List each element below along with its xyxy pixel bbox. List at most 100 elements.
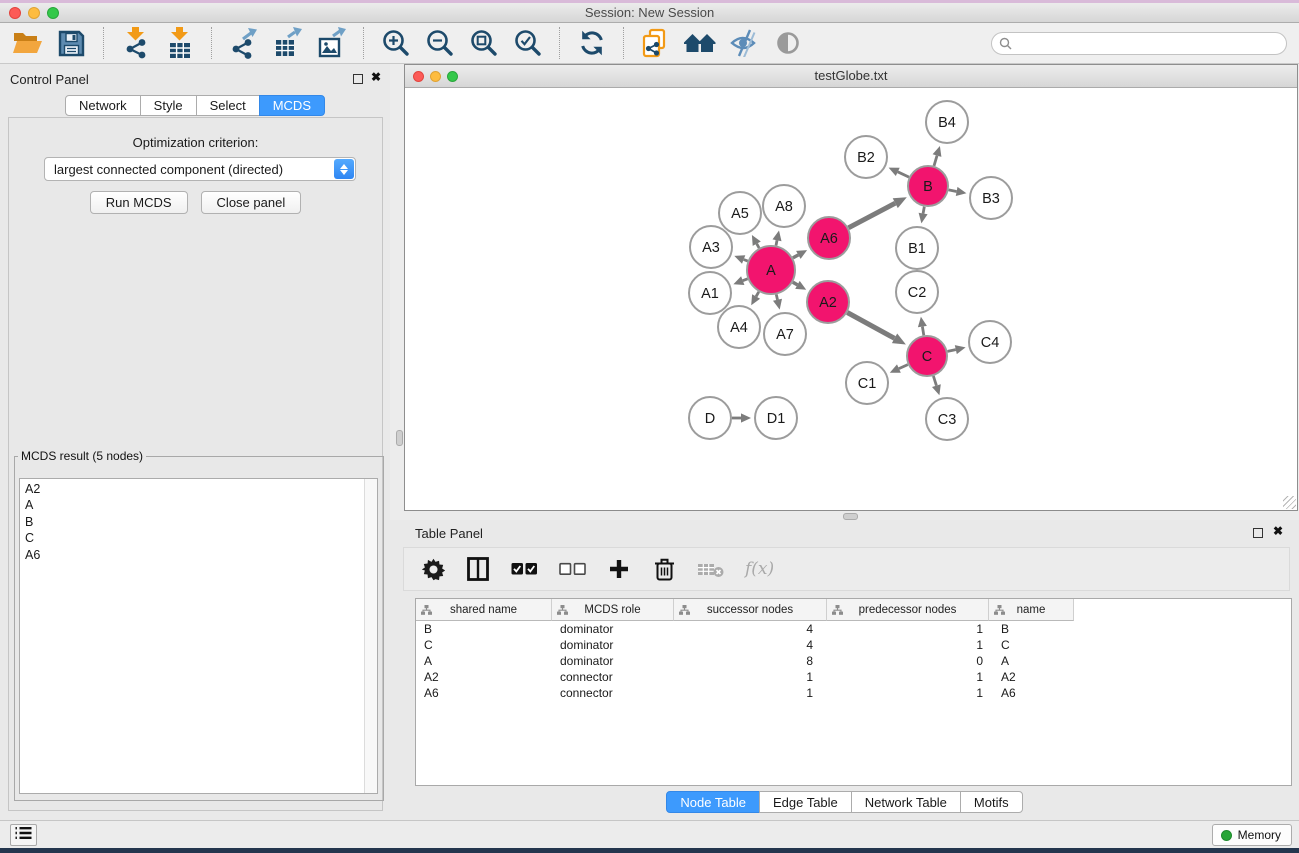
zoom-selected-icon[interactable] — [510, 26, 545, 61]
close-panel-icon[interactable]: ✖ — [371, 70, 381, 84]
edge-A2-C[interactable] — [847, 313, 894, 339]
zoom-in-icon[interactable] — [378, 26, 413, 61]
edge-C-C1[interactable] — [899, 365, 908, 369]
settings-gear-icon[interactable] — [421, 555, 445, 583]
zoom-window-button[interactable] — [47, 7, 59, 19]
delete-entry-icon[interactable] — [652, 555, 676, 583]
edge-A-A1[interactable] — [743, 279, 748, 281]
cell-predecessor-nodes[interactable]: 1 — [827, 637, 989, 653]
desktop-horizontal-scrollbar-thumb[interactable] — [843, 513, 858, 520]
network-window-titlebar[interactable]: testGlobe.txt — [405, 65, 1297, 88]
node-table[interactable]: shared nameMCDS rolesuccessor nodesprede… — [415, 598, 1292, 786]
cell-name[interactable]: C — [989, 637, 1074, 653]
cell-successor-nodes[interactable]: 4 — [674, 637, 827, 653]
edge-B-B2[interactable] — [898, 172, 909, 177]
show-all-networks-icon[interactable] — [682, 26, 717, 61]
table-tab-node-table[interactable]: Node Table — [666, 791, 760, 813]
close-window-button[interactable] — [9, 7, 21, 19]
edge-A6-B[interactable] — [849, 203, 896, 228]
cell-MCDS-role[interactable]: connector — [552, 669, 674, 685]
cell-name[interactable]: A — [989, 653, 1074, 669]
task-history-button[interactable] — [10, 824, 37, 846]
network-zoom-button[interactable] — [447, 71, 458, 82]
tab-select[interactable]: Select — [196, 95, 260, 116]
column-header-shared-name[interactable]: shared name — [416, 599, 552, 621]
export-image-icon[interactable] — [314, 26, 349, 61]
table-row[interactable]: A6connector11A6 — [416, 685, 1291, 701]
edge-A-A6[interactable] — [793, 255, 799, 258]
table-row[interactable]: Bdominator41B — [416, 621, 1291, 637]
cell-shared-name[interactable]: A2 — [416, 669, 552, 685]
mcds-result-item[interactable]: C — [20, 530, 377, 546]
network-canvas[interactable]: AA1A3A4A5A7A8A6A2BB1B2B3B4CC1C2C3C4DD1 — [405, 88, 1297, 510]
edge-A-A2[interactable] — [793, 282, 798, 285]
optimization-criterion-select[interactable]: largest connected component (directed) — [44, 157, 356, 181]
table-tab-network-table[interactable]: Network Table — [851, 791, 961, 813]
column-panel-icon[interactable] — [466, 555, 490, 583]
deselect-all-icon[interactable] — [559, 555, 586, 583]
table-row[interactable]: Cdominator41C — [416, 637, 1291, 653]
bird-eye-view-icon[interactable] — [770, 26, 805, 61]
edge-B-B3[interactable] — [949, 190, 957, 192]
edge-C-C3[interactable] — [933, 376, 936, 386]
cell-predecessor-nodes[interactable]: 0 — [827, 653, 989, 669]
cell-predecessor-nodes[interactable]: 1 — [827, 669, 989, 685]
edge-C-C2[interactable] — [922, 327, 923, 336]
zoom-fit-icon[interactable] — [466, 26, 501, 61]
float-table-panel-icon[interactable] — [1253, 528, 1263, 538]
run-mcds-button[interactable]: Run MCDS — [90, 191, 188, 214]
close-table-panel-icon[interactable]: ✖ — [1273, 524, 1283, 538]
float-panel-icon[interactable] — [353, 74, 363, 84]
cell-MCDS-role[interactable]: dominator — [552, 653, 674, 669]
export-table-icon[interactable] — [270, 26, 305, 61]
new-network-from-selection-icon[interactable] — [638, 26, 673, 61]
cell-name[interactable]: A6 — [989, 685, 1074, 701]
refresh-icon[interactable] — [574, 26, 609, 61]
close-panel-button[interactable]: Close panel — [201, 191, 302, 214]
mcds-result-list[interactable]: A2ABCA6 — [19, 478, 378, 794]
column-header-successor-nodes[interactable]: successor nodes — [674, 599, 827, 621]
column-header-MCDS-role[interactable]: MCDS role — [552, 599, 674, 621]
cell-MCDS-role[interactable]: connector — [552, 685, 674, 701]
table-tab-motifs[interactable]: Motifs — [960, 791, 1023, 813]
save-session-icon[interactable] — [54, 26, 89, 61]
import-table-icon[interactable] — [162, 26, 197, 61]
edge-B-B1[interactable] — [923, 207, 924, 214]
import-network-icon[interactable] — [118, 26, 153, 61]
table-row[interactable]: Adominator80A — [416, 653, 1291, 669]
cell-name[interactable]: B — [989, 621, 1074, 637]
mcds-result-item[interactable]: B — [20, 514, 377, 530]
cell-MCDS-role[interactable]: dominator — [552, 637, 674, 653]
open-session-icon[interactable] — [10, 26, 45, 61]
tab-style[interactable]: Style — [140, 95, 197, 116]
edge-A-A3[interactable] — [744, 260, 748, 262]
column-header-name[interactable]: name — [989, 599, 1074, 621]
cell-successor-nodes[interactable]: 1 — [674, 685, 827, 701]
cell-shared-name[interactable]: A — [416, 653, 552, 669]
cell-successor-nodes[interactable]: 8 — [674, 653, 827, 669]
cell-name[interactable]: A2 — [989, 669, 1074, 685]
mcds-result-item[interactable]: A2 — [20, 481, 377, 497]
tab-mcds[interactable]: MCDS — [259, 95, 325, 116]
cell-predecessor-nodes[interactable]: 1 — [827, 685, 989, 701]
table-tab-edge-table[interactable]: Edge Table — [759, 791, 852, 813]
add-entry-icon[interactable] — [607, 555, 631, 583]
cell-shared-name[interactable]: C — [416, 637, 552, 653]
select-all-icon[interactable] — [511, 555, 538, 583]
network-minimize-button[interactable] — [430, 71, 441, 82]
edge-B-B4[interactable] — [934, 156, 937, 166]
cell-shared-name[interactable]: A6 — [416, 685, 552, 701]
edge-A-A4[interactable] — [756, 292, 759, 297]
minimize-window-button[interactable] — [28, 7, 40, 19]
export-network-icon[interactable] — [226, 26, 261, 61]
table-row[interactable]: A2connector11A2 — [416, 669, 1291, 685]
edge-A-A5[interactable] — [757, 244, 759, 248]
edge-A-A7[interactable] — [776, 294, 777, 299]
cell-successor-nodes[interactable]: 1 — [674, 669, 827, 685]
mcds-result-item[interactable]: A6 — [20, 547, 377, 563]
cell-successor-nodes[interactable]: 4 — [674, 621, 827, 637]
memory-button[interactable]: Memory — [1212, 824, 1292, 846]
mcds-result-item[interactable]: A — [20, 497, 377, 513]
result-list-scrollbar[interactable] — [364, 479, 377, 793]
desktop-vertical-scrollbar-thumb[interactable] — [396, 430, 403, 446]
